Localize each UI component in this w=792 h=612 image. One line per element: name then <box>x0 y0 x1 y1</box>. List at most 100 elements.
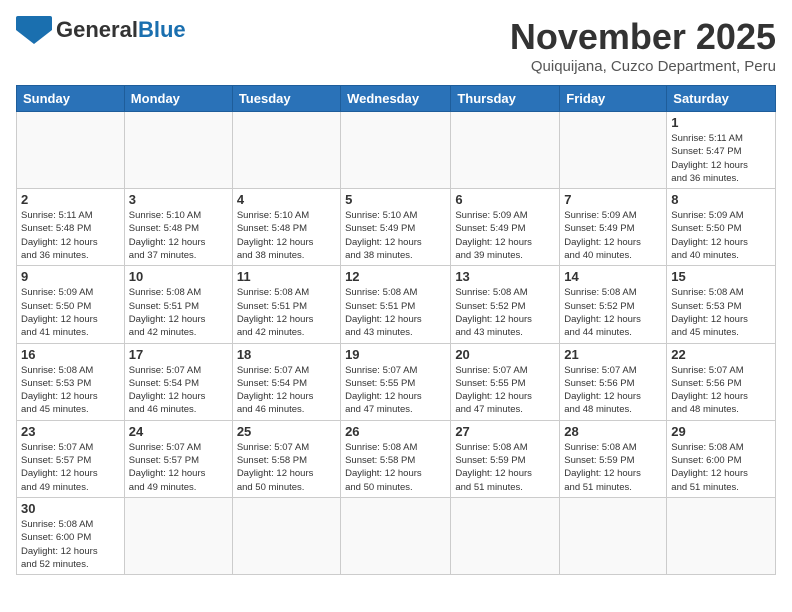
calendar-cell: 13Sunrise: 5:08 AM Sunset: 5:52 PM Dayli… <box>451 266 560 343</box>
day-info: Sunrise: 5:09 AM Sunset: 5:49 PM Dayligh… <box>564 209 662 262</box>
logo-text-area: GeneralBlue <box>56 18 186 42</box>
calendar-cell <box>341 112 451 189</box>
calendar-cell: 26Sunrise: 5:08 AM Sunset: 5:58 PM Dayli… <box>341 420 451 497</box>
day-info: Sunrise: 5:07 AM Sunset: 5:55 PM Dayligh… <box>455 364 555 417</box>
day-number: 12 <box>345 269 446 284</box>
day-number: 26 <box>345 424 446 439</box>
logo-blue: Blue <box>138 17 186 42</box>
logo-bar <box>16 16 52 30</box>
calendar-cell: 17 Sunrise: 5:07 AM Sunset: 5:54 PM Dayli… <box>124 343 232 420</box>
day-number: 7 <box>564 192 662 207</box>
day-number: 29 <box>671 424 771 439</box>
day-number: 23 <box>21 424 120 439</box>
day-info: Sunrise: 5:10 AM Sunset: 5:48 PM Dayligh… <box>237 209 336 262</box>
day-number: 13 <box>455 269 555 284</box>
day-number: 19 <box>345 347 446 362</box>
calendar-cell <box>451 112 560 189</box>
day-info: Sunrise: 5:07 AM Sunset: 5:54 PM Dayligh… <box>129 364 228 417</box>
day-number: 16 <box>21 347 120 362</box>
day-info: Sunrise: 5:09 AM Sunset: 5:50 PM Dayligh… <box>21 286 120 339</box>
day-info: Sunrise: 5:07 AM Sunset: 5:55 PM Dayligh… <box>345 364 446 417</box>
week-row-3: 16 Sunrise: 5:08 AM Sunset: 5:53 PM Dayli… <box>17 343 776 420</box>
day-info: Sunrise: 5:08 AM Sunset: 5:53 PM Dayligh… <box>671 286 771 339</box>
calendar-cell: 15 Sunrise: 5:08 AM Sunset: 5:53 PM Dayli… <box>667 266 776 343</box>
calendar-cell: 2Sunrise: 5:11 AM Sunset: 5:48 PM Daylig… <box>17 189 125 266</box>
calendar-cell: 7 Sunrise: 5:09 AM Sunset: 5:49 PM Daylig… <box>560 189 667 266</box>
day-number: 15 <box>671 269 771 284</box>
day-number: 1 <box>671 115 771 130</box>
location-subtitle: Quiquijana, Cuzco Department, Peru <box>510 58 776 75</box>
day-number: 18 <box>237 347 336 362</box>
calendar-cell: 20 Sunrise: 5:07 AM Sunset: 5:55 PM Dayli… <box>451 343 560 420</box>
page-header: GeneralBlue November 2025 Quiquijana, Cu… <box>16 16 776 75</box>
day-info: Sunrise: 5:07 AM Sunset: 5:56 PM Dayligh… <box>564 364 662 417</box>
calendar-cell: 14 Sunrise: 5:08 AM Sunset: 5:52 PM Dayli… <box>560 266 667 343</box>
day-number: 21 <box>564 347 662 362</box>
calendar-cell <box>124 497 232 574</box>
calendar-cell: 28 Sunrise: 5:08 AM Sunset: 5:59 PM Dayli… <box>560 420 667 497</box>
calendar-cell: 4 Sunrise: 5:10 AM Sunset: 5:48 PM Daylig… <box>232 189 340 266</box>
day-number: 30 <box>21 501 120 516</box>
day-info: Sunrise: 5:10 AM Sunset: 5:48 PM Dayligh… <box>129 209 228 262</box>
calendar-cell <box>451 497 560 574</box>
calendar-cell: 23 Sunrise: 5:07 AM Sunset: 5:57 PM Dayli… <box>17 420 125 497</box>
day-info: Sunrise: 5:08 AM Sunset: 6:00 PM Dayligh… <box>21 518 120 571</box>
calendar-cell <box>124 112 232 189</box>
day-info: Sunrise: 5:08 AM Sunset: 5:51 PM Dayligh… <box>237 286 336 339</box>
day-info: Sunrise: 5:09 AM Sunset: 5:50 PM Dayligh… <box>671 209 771 262</box>
calendar-cell: 12 Sunrise: 5:08 AM Sunset: 5:51 PM Dayli… <box>341 266 451 343</box>
day-info: Sunrise: 5:07 AM Sunset: 5:57 PM Dayligh… <box>21 441 120 494</box>
calendar-cell <box>17 112 125 189</box>
day-number: 14 <box>564 269 662 284</box>
day-info: Sunrise: 5:08 AM Sunset: 5:51 PM Dayligh… <box>129 286 228 339</box>
calendar-cell: 30 Sunrise: 5:08 AM Sunset: 6:00 PM Dayli… <box>17 497 125 574</box>
weekday-header-monday: Monday <box>124 86 232 112</box>
calendar-cell: 11Sunrise: 5:08 AM Sunset: 5:51 PM Dayli… <box>232 266 340 343</box>
day-number: 4 <box>237 192 336 207</box>
calendar-cell <box>560 112 667 189</box>
day-number: 17 <box>129 347 228 362</box>
calendar-cell: 3Sunrise: 5:10 AM Sunset: 5:48 PM Daylig… <box>124 189 232 266</box>
day-number: 8 <box>671 192 771 207</box>
day-number: 6 <box>455 192 555 207</box>
day-info: Sunrise: 5:08 AM Sunset: 5:59 PM Dayligh… <box>455 441 555 494</box>
calendar-cell: 1 Sunrise: 5:11 AM Sunset: 5:47 PM Daylig… <box>667 112 776 189</box>
calendar-cell: 10Sunrise: 5:08 AM Sunset: 5:51 PM Dayli… <box>124 266 232 343</box>
month-title: November 2025 <box>510 16 776 58</box>
calendar-cell: 21 Sunrise: 5:07 AM Sunset: 5:56 PM Dayli… <box>560 343 667 420</box>
weekday-header-thursday: Thursday <box>451 86 560 112</box>
day-number: 9 <box>21 269 120 284</box>
day-info: Sunrise: 5:08 AM Sunset: 6:00 PM Dayligh… <box>671 441 771 494</box>
title-section: November 2025 Quiquijana, Cuzco Departme… <box>510 16 776 75</box>
calendar-cell: 9 Sunrise: 5:09 AM Sunset: 5:50 PM Daylig… <box>17 266 125 343</box>
calendar-cell <box>232 112 340 189</box>
week-row-5: 30 Sunrise: 5:08 AM Sunset: 6:00 PM Dayli… <box>17 497 776 574</box>
day-number: 25 <box>237 424 336 439</box>
calendar-cell: 29 Sunrise: 5:08 AM Sunset: 6:00 PM Dayli… <box>667 420 776 497</box>
calendar-cell: 5Sunrise: 5:10 AM Sunset: 5:49 PM Daylig… <box>341 189 451 266</box>
logo-triangle <box>16 30 52 44</box>
day-info: Sunrise: 5:08 AM Sunset: 5:59 PM Dayligh… <box>564 441 662 494</box>
day-info: Sunrise: 5:10 AM Sunset: 5:49 PM Dayligh… <box>345 209 446 262</box>
day-info: Sunrise: 5:08 AM Sunset: 5:51 PM Dayligh… <box>345 286 446 339</box>
calendar-cell: 19 Sunrise: 5:07 AM Sunset: 5:55 PM Dayli… <box>341 343 451 420</box>
calendar-cell: 24Sunrise: 5:07 AM Sunset: 5:57 PM Dayli… <box>124 420 232 497</box>
day-info: Sunrise: 5:07 AM Sunset: 5:57 PM Dayligh… <box>129 441 228 494</box>
calendar-table: SundayMondayTuesdayWednesdayThursdayFrid… <box>16 85 776 575</box>
week-row-2: 9 Sunrise: 5:09 AM Sunset: 5:50 PM Daylig… <box>17 266 776 343</box>
day-number: 20 <box>455 347 555 362</box>
calendar-cell: 27Sunrise: 5:08 AM Sunset: 5:59 PM Dayli… <box>451 420 560 497</box>
calendar-cell: 6Sunrise: 5:09 AM Sunset: 5:49 PM Daylig… <box>451 189 560 266</box>
calendar-cell <box>232 497 340 574</box>
day-info: Sunrise: 5:08 AM Sunset: 5:53 PM Dayligh… <box>21 364 120 417</box>
day-info: Sunrise: 5:08 AM Sunset: 5:52 PM Dayligh… <box>564 286 662 339</box>
day-number: 22 <box>671 347 771 362</box>
weekday-header-sunday: Sunday <box>17 86 125 112</box>
week-row-1: 2Sunrise: 5:11 AM Sunset: 5:48 PM Daylig… <box>17 189 776 266</box>
logo: GeneralBlue <box>16 16 186 44</box>
day-info: Sunrise: 5:11 AM Sunset: 5:47 PM Dayligh… <box>671 132 771 185</box>
day-number: 28 <box>564 424 662 439</box>
weekday-header-friday: Friday <box>560 86 667 112</box>
calendar-cell: 18Sunrise: 5:07 AM Sunset: 5:54 PM Dayli… <box>232 343 340 420</box>
calendar-cell: 25Sunrise: 5:07 AM Sunset: 5:58 PM Dayli… <box>232 420 340 497</box>
